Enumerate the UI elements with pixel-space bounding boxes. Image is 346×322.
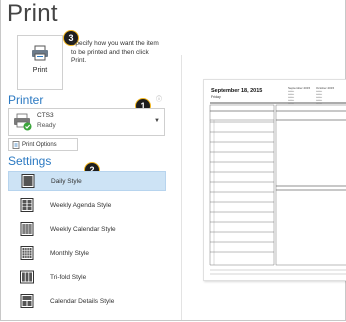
- style-item-monthly[interactable]: Monthly Style: [8, 243, 166, 263]
- printer-device-icon: [14, 113, 32, 131]
- print-backstage: Print Print 3 Specify how you want the i…: [0, 0, 346, 321]
- style-item-daily[interactable]: Daily Style: [8, 171, 166, 191]
- preview-day-grid: [209, 102, 346, 275]
- printer-icon: [32, 45, 48, 61]
- print-button-label: Print: [32, 67, 48, 74]
- settings-section-title: Settings: [8, 154, 52, 168]
- printer-select[interactable]: CTS3 Ready ▼: [8, 108, 165, 136]
- style-item-label: Calendar Details Style: [50, 297, 115, 305]
- chevron-down-icon[interactable]: ▼: [154, 118, 160, 124]
- weekly-agenda-style-icon: [20, 198, 34, 212]
- style-item-weekly-calendar[interactable]: Weekly Calendar Style: [8, 219, 166, 239]
- print-preview-page: September 18, 2015 Friday September 2015…: [203, 79, 346, 281]
- page-title: Print: [7, 0, 58, 27]
- style-item-weekly-agenda[interactable]: Weekly Agenda Style: [8, 195, 166, 215]
- print-button[interactable]: Print: [17, 35, 63, 90]
- daily-style-icon: [21, 174, 35, 188]
- calendar-details-style-icon: [20, 294, 34, 308]
- print-description: Specify how you want the item to be prin…: [71, 40, 159, 64]
- monthly-style-icon: [20, 246, 34, 260]
- style-list: Daily Style Weekly Agenda Style Weekly C…: [8, 171, 166, 315]
- tri-fold-style-icon: [20, 270, 34, 284]
- style-item-calendar-details[interactable]: Calendar Details Style: [8, 291, 166, 311]
- printer-section-title: Printer: [8, 93, 44, 107]
- style-item-label: Weekly Agenda Style: [50, 201, 112, 209]
- printer-status: Ready: [37, 122, 56, 129]
- printer-name: CTS3: [37, 112, 54, 119]
- pane-divider: [181, 55, 182, 320]
- info-icon[interactable]: ⓘ: [156, 94, 162, 103]
- style-item-label: Monthly Style: [50, 249, 90, 257]
- style-item-label: Tri-fold Style: [50, 273, 87, 281]
- print-options-icon: [12, 140, 20, 149]
- weekly-calendar-style-icon: [20, 222, 34, 236]
- style-item-label: Daily Style: [51, 177, 82, 185]
- print-options-button[interactable]: Print Options: [8, 138, 78, 151]
- print-options-label: Print Options: [22, 141, 57, 148]
- style-item-tri-fold[interactable]: Tri-fold Style: [8, 267, 166, 287]
- style-item-label: Weekly Calendar Style: [50, 225, 116, 233]
